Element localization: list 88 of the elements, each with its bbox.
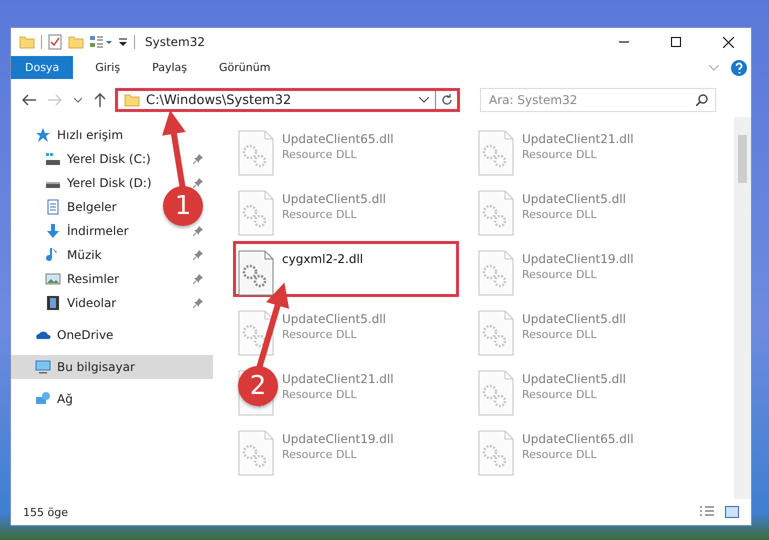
arrow-right-icon: [48, 94, 62, 106]
nav-label[interactable]: İndirmeler: [67, 224, 129, 238]
file-name[interactable]: UpdateClient19.dll: [282, 432, 394, 446]
nav-label[interactable]: Yerel Disk (C:): [67, 152, 151, 166]
pin-icon[interactable]: [193, 298, 203, 308]
pin-icon[interactable]: [193, 178, 203, 188]
dll-file-icon: [478, 190, 514, 236]
nav-label[interactable]: Ağ: [57, 392, 73, 406]
selected-nav-item[interactable]: Bu bilgisayar: [11, 355, 213, 379]
drive-icon: [45, 151, 61, 167]
pin-icon[interactable]: [193, 274, 203, 284]
monitor-icon: [35, 359, 51, 375]
properties-icon[interactable]: [48, 34, 62, 50]
file-type: Resource DLL: [282, 328, 358, 341]
file-name[interactable]: UpdateClient21.dll: [282, 372, 394, 386]
file-name[interactable]: UpdateClient19.dll: [522, 252, 634, 266]
star-icon: [35, 127, 51, 143]
back-button[interactable]: [19, 94, 39, 106]
picture-icon: [45, 271, 61, 287]
details-view-icon[interactable]: [699, 506, 715, 518]
address-bar[interactable]: C:\Windows\System32: [115, 88, 460, 112]
nav-label[interactable]: Hızlı erişim: [57, 128, 124, 142]
film-icon: [45, 295, 61, 311]
dll-file-icon: [238, 190, 274, 236]
address-path: C:\Windows\System32: [146, 92, 292, 108]
file-type: Resource DLL: [282, 448, 358, 461]
nav-label[interactable]: Belgeler: [67, 200, 117, 214]
pin-icon[interactable]: [193, 250, 203, 260]
file-type: Resource DLL: [522, 208, 598, 221]
dll-file-icon: [238, 250, 274, 296]
file-type: Resource DLL: [282, 148, 358, 161]
nav-label[interactable]: Müzik: [67, 248, 102, 262]
pin-icon[interactable]: [193, 154, 203, 164]
dll-file-icon: [478, 370, 514, 416]
dll-file-icon: [478, 430, 514, 476]
view-options-icon[interactable]: [90, 35, 112, 49]
file-name[interactable]: UpdateClient65.dll: [522, 432, 634, 446]
chevron-down-icon[interactable]: [419, 97, 429, 103]
file-type: Resource DLL: [282, 388, 358, 401]
chevron-down-icon: [74, 98, 82, 102]
file-type: Resource DLL: [282, 208, 358, 221]
file-name[interactable]: cygxml2-2.dll: [282, 252, 364, 266]
nav-label[interactable]: Videolar: [67, 296, 116, 310]
search-field[interactable]: Ara: System32: [480, 88, 716, 112]
file-name[interactable]: UpdateClient65.dll: [282, 132, 394, 146]
drive-icon: [45, 182, 61, 189]
item-count: 155 öge: [23, 506, 69, 518]
file-name[interactable]: UpdateClient5.dll: [522, 192, 626, 206]
refresh-icon: [440, 94, 452, 106]
dll-file-icon: [478, 250, 514, 296]
dll-file-icon: [238, 430, 274, 476]
window-title: System32: [145, 35, 206, 49]
folder-icon: [19, 34, 35, 50]
maximize-icon: [671, 37, 681, 47]
dll-file-icon: [478, 130, 514, 176]
file-name[interactable]: UpdateClient21.dll: [522, 132, 634, 146]
download-arrow-icon: [45, 223, 61, 239]
file-name[interactable]: UpdateClient5.dll: [282, 312, 386, 326]
search-icon[interactable]: [696, 94, 708, 106]
nav-label[interactable]: OneDrive: [57, 328, 114, 342]
dll-file-icon: [478, 310, 514, 356]
new-folder-icon: [68, 34, 84, 50]
file-type: Resource DLL: [522, 448, 598, 461]
arrow-up-icon: [94, 93, 106, 107]
customize-toolbar-icon[interactable]: [118, 37, 128, 47]
arrow-left-icon: [22, 94, 36, 106]
network-icon: [35, 391, 51, 407]
file-name[interactable]: UpdateClient5.dll: [522, 312, 626, 326]
large-icons-view-icon[interactable]: [725, 506, 739, 518]
file-type: Resource DLL: [522, 388, 598, 401]
file-type: Resource DLL: [522, 148, 598, 161]
recent-locations-button[interactable]: [71, 98, 85, 102]
nav-label[interactable]: Yerel Disk (D:): [67, 176, 152, 190]
dll-file-icon: [238, 310, 274, 356]
help-icon[interactable]: [731, 60, 747, 76]
scrollbar[interactable]: [734, 117, 751, 499]
nav-label[interactable]: Bu bilgisayar: [57, 360, 135, 374]
dll-file-icon: [238, 130, 274, 176]
ribbon-tab[interactable]: Dosya: [11, 56, 74, 79]
nav-label[interactable]: Resimler: [67, 272, 120, 286]
close-icon: [722, 36, 734, 48]
file-type: Resource DLL: [522, 268, 598, 281]
file-name[interactable]: UpdateClient5.dll: [282, 192, 386, 206]
document-icon: [45, 199, 61, 215]
folder-icon: [124, 92, 140, 108]
file-name[interactable]: UpdateClient5.dll: [522, 372, 626, 386]
file-type: Resource DLL: [522, 328, 598, 341]
pin-icon[interactable]: [193, 226, 203, 236]
